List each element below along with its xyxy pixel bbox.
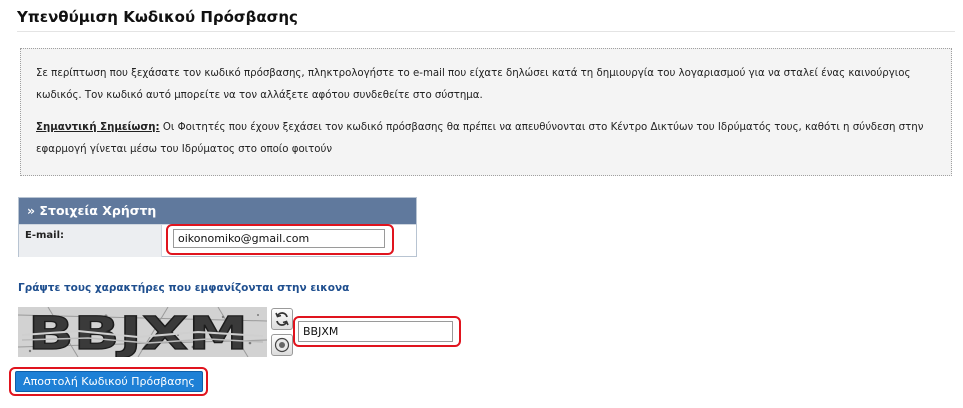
captcha-image: BBJXM: [18, 307, 267, 357]
captcha-heading: Γράψτε τους χαρακτήρες που εμφανίζονται …: [18, 282, 350, 294]
audio-icon[interactable]: [271, 334, 293, 356]
title-divider: [17, 31, 955, 32]
info-paragraph: Σε περίπτωση που ξεχάσατε τον κωδικό πρό…: [36, 68, 911, 101]
email-highlight: [166, 224, 394, 255]
captcha-input-highlight: [293, 316, 461, 347]
info-box: Σε περίπτωση που ξεχάσατε τον κωδικό πρό…: [20, 48, 952, 176]
refresh-icon[interactable]: [271, 308, 293, 330]
email-label: E-mail:: [19, 225, 162, 257]
important-note: Σημαντική Σημείωση: Οι Φοιτητές που έχου…: [36, 117, 941, 161]
submit-highlight: [9, 367, 208, 396]
important-note-label: Σημαντική Σημείωση:: [36, 122, 160, 133]
important-note-text: Οι Φοιτητές που έχουν ξεχάσει τον κωδικό…: [36, 122, 924, 155]
page-title: Υπενθύμιση Κωδικού Πρόσβασης: [17, 8, 298, 26]
user-details-header: » Στοιχεία Χρήστη: [19, 198, 416, 224]
